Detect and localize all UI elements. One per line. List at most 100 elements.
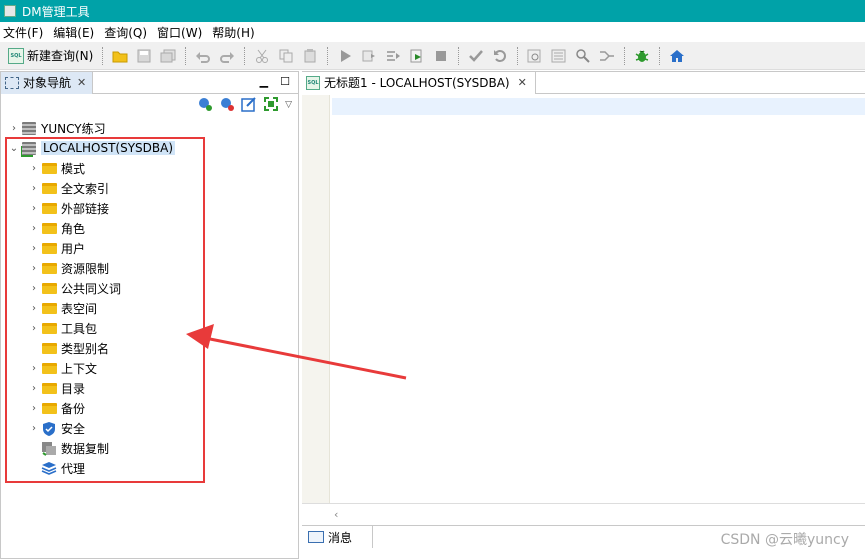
chevron-right-icon[interactable]: › bbox=[27, 163, 41, 174]
execute-step-icon[interactable] bbox=[359, 46, 379, 66]
execute-script-icon[interactable] bbox=[407, 46, 427, 66]
object-navigator-header: 对象导航 ✕ ▁ ☐ bbox=[1, 71, 298, 94]
message-icon bbox=[308, 531, 324, 543]
tree-node[interactable]: 数据复制 bbox=[1, 438, 298, 458]
undo-icon[interactable] bbox=[193, 46, 213, 66]
tab-messages[interactable]: 消息 bbox=[302, 526, 374, 548]
layers-icon bbox=[41, 461, 57, 475]
tree-node[interactable]: › 模式 bbox=[1, 158, 298, 178]
connect-icon[interactable] bbox=[197, 96, 213, 115]
home-icon[interactable] bbox=[667, 46, 687, 66]
line-number-gutter bbox=[302, 95, 330, 503]
chevron-right-icon[interactable]: › bbox=[27, 303, 41, 314]
tree-node[interactable]: 代理 bbox=[1, 458, 298, 478]
edit-icon[interactable] bbox=[241, 96, 257, 115]
cut-icon[interactable] bbox=[252, 46, 272, 66]
tree-node[interactable]: › 工具包 bbox=[1, 318, 298, 338]
open-folder-icon[interactable] bbox=[110, 46, 130, 66]
tree-node[interactable]: › 角色 bbox=[1, 218, 298, 238]
menu-help[interactable]: 帮助(H) bbox=[209, 24, 261, 41]
paste-icon[interactable] bbox=[300, 46, 320, 66]
toolbar-separator bbox=[659, 46, 661, 65]
tree-node-label: 资源限制 bbox=[61, 261, 110, 276]
tree-node-label: YUNCY练习 bbox=[41, 121, 106, 136]
editor-tab-bar: SQL 无标题1 - LOCALHOST(SYSDBA) ✕ bbox=[302, 71, 865, 94]
menu-bar: 文件(F) 编辑(E) 查询(Q) 窗口(W) 帮助(H) bbox=[0, 22, 865, 42]
close-icon[interactable]: ✕ bbox=[77, 76, 86, 89]
chevron-right-icon[interactable]: › bbox=[27, 383, 41, 394]
commit-icon[interactable] bbox=[466, 46, 486, 66]
copy-icon[interactable] bbox=[276, 46, 296, 66]
tree-node[interactable]: › YUNCY练习 bbox=[1, 118, 298, 138]
toolbar-separator bbox=[327, 46, 329, 65]
chevron-right-icon[interactable]: › bbox=[27, 403, 41, 414]
tree-node[interactable]: › 上下文 bbox=[1, 358, 298, 378]
menu-window[interactable]: 窗口(W) bbox=[154, 24, 209, 41]
chevron-right-icon[interactable]: › bbox=[27, 423, 41, 434]
shield-icon bbox=[41, 421, 57, 436]
chevron-right-icon[interactable]: › bbox=[27, 223, 41, 234]
debug-search-icon[interactable] bbox=[573, 46, 593, 66]
chevron-right-icon[interactable]: › bbox=[27, 203, 41, 214]
maximize-icon[interactable]: ☐ bbox=[280, 75, 290, 88]
close-icon[interactable]: ✕ bbox=[518, 76, 527, 89]
disconnect-icon[interactable] bbox=[219, 96, 235, 115]
stop-icon[interactable] bbox=[431, 46, 451, 66]
tab-object-navigator[interactable]: 对象导航 ✕ bbox=[1, 71, 94, 94]
format-icon[interactable] bbox=[597, 46, 617, 66]
tree-node[interactable]: › 外部链接 bbox=[1, 198, 298, 218]
tree-node[interactable]: › 公共同义词 bbox=[1, 278, 298, 298]
chevron-right-icon[interactable]: › bbox=[27, 243, 41, 254]
tree-node-label: 用户 bbox=[61, 241, 86, 256]
save-all-icon[interactable] bbox=[158, 46, 178, 66]
tree-node[interactable]: › 目录 bbox=[1, 378, 298, 398]
horizontal-scrollbar[interactable]: ‹ bbox=[302, 503, 865, 525]
folder-icon bbox=[41, 321, 57, 335]
menu-edit[interactable]: 编辑(E) bbox=[50, 24, 101, 41]
execute-selection-icon[interactable] bbox=[383, 46, 403, 66]
chevron-right-icon[interactable]: › bbox=[27, 323, 41, 334]
tree-node-label: 全文索引 bbox=[61, 181, 110, 196]
app-icon bbox=[4, 5, 16, 17]
toolbar-separator bbox=[102, 46, 104, 65]
redo-icon[interactable] bbox=[217, 46, 237, 66]
tree-node[interactable]: 类型别名 bbox=[1, 338, 298, 358]
tree-node[interactable]: › 表空间 bbox=[1, 298, 298, 318]
tree-node[interactable]: › 资源限制 bbox=[1, 258, 298, 278]
statistics-icon[interactable] bbox=[549, 46, 569, 66]
tree-node[interactable]: › 安全 bbox=[1, 418, 298, 438]
rollback-icon[interactable] bbox=[490, 46, 510, 66]
chevron-right-icon[interactable]: › bbox=[27, 363, 41, 374]
tree-node[interactable]: ⌄ LOCALHOST(SYSDBA) bbox=[1, 138, 298, 158]
object-navigator-panel: 对象导航 ✕ ▁ ☐ ▽ › YUNCY练习 ⌄ LOCALHOST(SYSDBA) ›… bbox=[0, 71, 299, 559]
menu-file[interactable]: 文件(F) bbox=[0, 24, 50, 41]
minimize-icon[interactable]: ▁ bbox=[260, 75, 268, 88]
sql-editor[interactable] bbox=[302, 95, 865, 503]
chevron-right-icon[interactable]: › bbox=[27, 263, 41, 274]
chevron-right-icon[interactable]: › bbox=[27, 283, 41, 294]
view-menu-icon[interactable]: ▽ bbox=[285, 100, 292, 110]
new-query-button[interactable]: SQL 新建查询(N) bbox=[4, 45, 97, 67]
tab-query-editor[interactable]: SQL 无标题1 - LOCALHOST(SYSDBA) ✕ bbox=[302, 71, 536, 94]
toolbar-separator bbox=[517, 46, 519, 65]
tree-node-label: 工具包 bbox=[61, 321, 98, 336]
tab-query-editor-label: 无标题1 - LOCALHOST(SYSDBA) bbox=[324, 76, 510, 90]
debug-bug-icon[interactable] bbox=[632, 46, 652, 66]
tree-node[interactable]: › 备份 bbox=[1, 398, 298, 418]
execution-plan-icon[interactable] bbox=[525, 46, 545, 66]
chevron-right-icon[interactable]: › bbox=[27, 183, 41, 194]
tree-node[interactable]: › 用户 bbox=[1, 238, 298, 258]
editor-panel: SQL 无标题1 - LOCALHOST(SYSDBA) ✕ ‹ bbox=[302, 71, 865, 525]
execute-icon[interactable] bbox=[335, 46, 355, 66]
tree-node[interactable]: › 全文索引 bbox=[1, 178, 298, 198]
save-icon[interactable] bbox=[134, 46, 154, 66]
folder-icon bbox=[41, 241, 57, 255]
tree-node-label: 数据复制 bbox=[61, 441, 110, 456]
toolbar-separator bbox=[624, 46, 626, 65]
chevron-down-icon[interactable]: ⌄ bbox=[7, 143, 21, 154]
menu-query[interactable]: 查询(Q) bbox=[101, 24, 154, 41]
chevron-right-icon[interactable]: › bbox=[7, 123, 21, 134]
scroll-left-icon[interactable]: ‹ bbox=[334, 508, 338, 521]
tree-node-label: 角色 bbox=[61, 221, 86, 236]
expand-all-icon[interactable] bbox=[263, 96, 279, 115]
